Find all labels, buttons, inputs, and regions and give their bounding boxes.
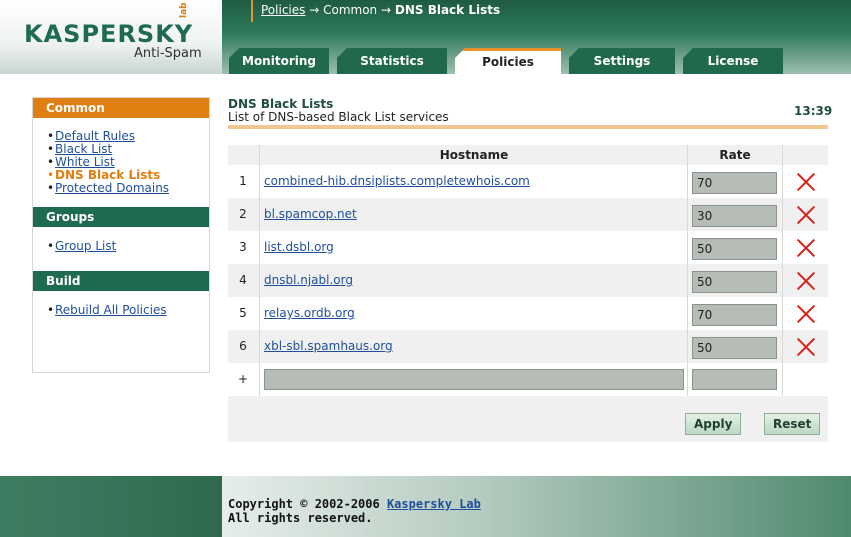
row-number: 4 — [239, 273, 247, 287]
sidebar-groups-list: •Group List — [33, 227, 209, 271]
hostname-link[interactable]: list.dsbl.org — [264, 240, 334, 254]
sidebar-section-common: Common — [33, 98, 209, 118]
rate-input[interactable]: 70 — [692, 304, 777, 326]
new-hostname-input[interactable] — [264, 369, 684, 390]
delete-icon[interactable] — [794, 170, 818, 194]
column-divider — [687, 145, 688, 396]
row-number: 3 — [239, 240, 247, 254]
sidebar-common-list: •Default Rules •Black List •White List •… — [33, 118, 209, 201]
reset-button[interactable]: Reset — [764, 413, 821, 435]
column-header-rate: Rate — [719, 148, 751, 162]
delete-icon[interactable] — [794, 236, 818, 260]
tab-monitoring[interactable]: Monitoring — [229, 48, 329, 74]
sidebar-item: •Group List — [47, 239, 117, 253]
hostname-link[interactable]: dnsbl.njabl.org — [264, 273, 353, 287]
breadcrumb-policies-link[interactable]: Policies — [261, 3, 305, 17]
tab-statistics[interactable]: Statistics — [337, 48, 447, 74]
column-header-hostname: Hostname — [439, 148, 509, 162]
table-row: 4 dnsbl.njabl.org 50 — [228, 264, 828, 297]
hostname-link[interactable]: bl.spamcop.net — [264, 207, 357, 221]
rate-input[interactable]: 50 — [692, 238, 777, 260]
breadcrumb-common: Common — [323, 3, 378, 17]
sidebar: Common •Default Rules •Black List •White… — [32, 97, 210, 373]
clock: 13:39 — [794, 104, 833, 118]
row-number: 2 — [239, 207, 247, 221]
tab-policies[interactable]: Policies — [455, 48, 561, 74]
new-rate-input[interactable] — [692, 369, 777, 390]
footer-left — [0, 476, 222, 537]
add-symbol: + — [237, 372, 249, 386]
sidebar-build-list: •Rebuild All Policies — [33, 291, 209, 325]
apply-button[interactable]: Apply — [685, 413, 742, 435]
sidebar-item: •Protected Domains — [47, 181, 170, 195]
product-name: Anti-Spam — [134, 46, 202, 61]
title-divider — [228, 125, 828, 129]
table-row: 2 bl.spamcop.net 30 — [228, 198, 828, 231]
add-row: + — [228, 363, 828, 396]
rights-text: All rights reserved. — [228, 511, 373, 525]
breadcrumb: Policies → Common → DNS Black Lists — [251, 0, 500, 22]
table-row: 5 relays.ordb.org 70 — [228, 297, 828, 330]
sidebar-item: •Rebuild All Policies — [47, 303, 167, 317]
company-link[interactable]: Kaspersky Lab — [387, 497, 481, 511]
rate-input[interactable]: 30 — [692, 205, 777, 227]
row-number: 5 — [239, 306, 247, 320]
table-row: 1 combined-hib.dnsiplists.completewhois.… — [228, 165, 828, 198]
rate-input[interactable]: 50 — [692, 337, 777, 359]
delete-icon[interactable] — [794, 269, 818, 293]
hostname-link[interactable]: relays.ordb.org — [264, 306, 355, 320]
rate-input[interactable]: 50 — [692, 271, 777, 293]
actions-row: Apply Reset — [228, 396, 828, 442]
hostname-link[interactable]: combined-hib.dnsiplists.completewhois.co… — [264, 174, 530, 188]
sidebar-section-groups: Groups — [33, 207, 209, 227]
column-divider — [782, 145, 783, 396]
copyright-text: Copyright © 2002-2006 — [228, 497, 380, 511]
page-subtitle: List of DNS-based Black List services — [228, 110, 449, 124]
logo-area: KASPERSKY lab Anti-Spam — [0, 0, 222, 74]
kaspersky-logo: KASPERSKY — [24, 20, 194, 48]
rate-input[interactable]: 70 — [692, 172, 777, 194]
page-title: DNS Black Lists — [228, 97, 334, 111]
table-row: 3 list.dsbl.org 50 — [228, 231, 828, 264]
sidebar-section-build: Build — [33, 271, 209, 291]
column-divider — [259, 145, 260, 396]
sidebar-item-dns-black-lists[interactable]: DNS Black Lists — [55, 168, 160, 182]
delete-icon[interactable] — [794, 203, 818, 227]
header: KASPERSKY lab Anti-Spam Policies → Commo… — [0, 0, 851, 74]
breadcrumb-current: DNS Black Lists — [394, 3, 501, 17]
breadcrumb-arrow: → — [380, 3, 392, 17]
hostname-link[interactable]: xbl-sbl.spamhaus.org — [264, 339, 393, 353]
sidebar-item-white-list[interactable]: White List — [55, 155, 115, 169]
logo-lab-mark: lab — [179, 2, 189, 18]
sidebar-item-black-list[interactable]: Black List — [55, 142, 112, 156]
sidebar-item-default-rules[interactable]: Default Rules — [55, 129, 135, 143]
row-number: 6 — [239, 339, 247, 353]
delete-icon[interactable] — [794, 335, 818, 359]
sidebar-item-group-list[interactable]: Group List — [55, 239, 116, 253]
breadcrumb-arrow: → — [309, 3, 320, 17]
delete-icon[interactable] — [794, 302, 818, 326]
tab-license[interactable]: License — [683, 48, 783, 74]
copyright: Copyright © 2002-2006 Kaspersky Lab All … — [228, 497, 481, 525]
sidebar-item-rebuild-all-policies[interactable]: Rebuild All Policies — [55, 303, 167, 317]
table-row: 6 xbl-sbl.spamhaus.org 50 — [228, 330, 828, 363]
tab-settings[interactable]: Settings — [569, 48, 675, 74]
table-header-row: Hostname Rate — [228, 145, 828, 165]
sidebar-item-protected-domains[interactable]: Protected Domains — [55, 181, 169, 195]
row-number: 1 — [239, 174, 247, 188]
